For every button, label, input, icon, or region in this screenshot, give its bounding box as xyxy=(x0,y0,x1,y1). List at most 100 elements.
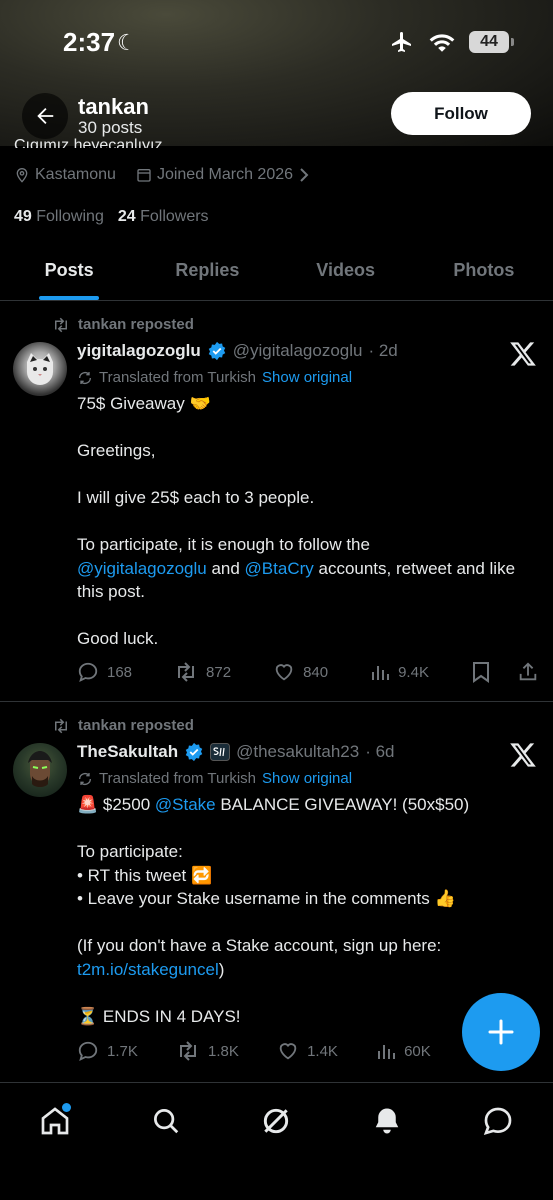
post-card[interactable]: tankan reposted yigitalagozoglu @yigital… xyxy=(0,302,553,702)
nav-messages[interactable] xyxy=(473,1101,523,1141)
post-author-row: TheSakultah @thesakultah23 · 6d xyxy=(77,742,395,762)
show-original-link[interactable]: Show original xyxy=(262,770,352,787)
chevron-right-icon xyxy=(300,168,309,182)
repost-icon xyxy=(178,662,195,682)
post-author-row: yigitalagozoglu @yigitalagozoglu · 2d xyxy=(77,341,398,361)
avatar[interactable] xyxy=(13,342,67,396)
mention-link[interactable]: @Stake xyxy=(155,795,216,814)
x-logo-icon[interactable] xyxy=(509,741,537,774)
grok-icon xyxy=(264,1108,289,1134)
profile-bio: Çıgımız heyecanlıyız xyxy=(14,138,163,148)
translation-note: Translated from Turkish Show original xyxy=(77,369,352,386)
translate-icon xyxy=(79,772,91,785)
translation-note: Translated from Turkish Show original xyxy=(77,770,352,787)
post-time: · 6d xyxy=(365,742,395,761)
views-button[interactable]: 9.4K xyxy=(370,662,429,682)
repost-button[interactable]: 872 xyxy=(174,662,231,682)
author-name[interactable]: TheSakultah xyxy=(77,742,178,762)
profile-tabs: Posts Replies Videos Photos xyxy=(0,244,553,301)
reply-button[interactable]: 168 xyxy=(77,661,132,683)
x-logo-icon[interactable] xyxy=(509,340,537,373)
post-text: To participate, it is enough to follow t… xyxy=(77,535,370,554)
post-line: Good luck. xyxy=(77,629,159,648)
views-chart-icon xyxy=(378,1045,396,1059)
post-line: 75$ Giveaway 🤝 xyxy=(77,394,211,413)
post-text: BALANCE GIVEAWAY! (50x$50) xyxy=(215,795,470,814)
location-pin-icon xyxy=(16,168,28,183)
show-original-link[interactable]: Show original xyxy=(262,369,352,386)
nav-home[interactable] xyxy=(30,1101,80,1141)
reply-button[interactable]: 1.7K xyxy=(77,1040,138,1062)
post-line: t2m.io/stakeguncel) xyxy=(77,958,537,982)
repost-indicator: tankan reposted xyxy=(52,316,194,333)
like-button[interactable]: 840 xyxy=(273,661,328,683)
post-text: ) xyxy=(218,959,225,979)
heart-icon xyxy=(279,1043,297,1060)
repost-button[interactable]: 1.8K xyxy=(176,1041,239,1061)
nav-notifications[interactable] xyxy=(362,1101,412,1141)
post-line: I will give 25$ each to 3 people. xyxy=(77,488,315,507)
nav-grok[interactable] xyxy=(251,1101,301,1141)
system-icons: 44 xyxy=(389,30,514,54)
following-count: 49 xyxy=(14,208,32,225)
post-line: To participate, it is enough to follow t… xyxy=(77,533,537,604)
tab-videos[interactable]: Videos xyxy=(277,244,415,300)
battery-indicator: 44 xyxy=(469,31,514,53)
search-icon xyxy=(153,1109,179,1134)
reply-count: 168 xyxy=(107,663,133,681)
status-bar: 2:37 ☾ 44 xyxy=(0,0,553,84)
profile-joined[interactable]: Joined March 2026 xyxy=(136,166,310,184)
bookmark-icon[interactable] xyxy=(471,661,491,683)
author-name[interactable]: yigitalagozoglu xyxy=(77,341,201,361)
like-button[interactable]: 1.4K xyxy=(277,1040,338,1062)
post-body: 🚨 $2500 @Stake BALANCE GIVEAWAY! (50x$50… xyxy=(77,793,537,1028)
avatar[interactable] xyxy=(13,743,67,797)
following-link[interactable]: 49 Following xyxy=(14,208,104,226)
repost-icon xyxy=(55,718,67,733)
calendar-icon xyxy=(137,169,151,182)
translated-label: Translated from Turkish xyxy=(99,369,256,386)
followers-link[interactable]: 24 Followers xyxy=(118,208,209,226)
repost-count: 1.8K xyxy=(208,1042,239,1060)
post-line: 🚨 $2500 @Stake BALANCE GIVEAWAY! (50x$50… xyxy=(77,793,537,817)
tab-photos[interactable]: Photos xyxy=(415,244,553,300)
plus-icon xyxy=(488,1019,514,1045)
tab-replies[interactable]: Replies xyxy=(138,244,276,300)
location-text: Kastamonu xyxy=(35,166,116,183)
follow-button[interactable]: Follow xyxy=(391,92,531,135)
compose-button[interactable] xyxy=(462,993,540,1071)
repost-indicator: tankan reposted xyxy=(52,717,194,734)
views-button[interactable]: 60K xyxy=(376,1041,431,1061)
focus-moon-icon: ☾ xyxy=(117,30,137,55)
post-line: To participate: xyxy=(77,842,183,861)
post-text: and xyxy=(206,558,245,578)
author-handle: @yigitalagozoglu xyxy=(232,341,363,360)
tab-posts[interactable]: Posts xyxy=(0,244,138,300)
warrior-avatar-image xyxy=(28,751,52,787)
message-bubble-icon xyxy=(483,1107,512,1136)
external-link[interactable]: t2m.io/stakeguncel xyxy=(77,960,219,979)
bottom-nav xyxy=(0,1082,553,1200)
repost-label: tankan reposted xyxy=(78,316,194,333)
airplane-icon xyxy=(392,32,411,52)
follow-stats: 49 Following 24 Followers xyxy=(14,208,209,226)
profile-meta: Kastamonu Joined March 2026 xyxy=(14,166,310,184)
mention-link[interactable]: @yigitalagozoglu xyxy=(77,559,207,578)
profile-location: Kastamonu xyxy=(14,166,116,184)
nav-search[interactable] xyxy=(141,1101,191,1141)
mention-link[interactable]: @BtaCry xyxy=(245,559,314,578)
translated-label: Translated from Turkish xyxy=(99,770,256,787)
post-line: (If you don't have a Stake account, sign… xyxy=(77,936,442,955)
back-button[interactable] xyxy=(22,93,68,139)
cat-avatar-image xyxy=(27,353,53,385)
following-label: Following xyxy=(36,208,104,225)
profile-name-header: tankan xyxy=(78,94,149,119)
view-count: 9.4K xyxy=(398,663,429,681)
author-handle: @thesakultah23 xyxy=(236,742,360,761)
share-icon[interactable] xyxy=(517,661,539,683)
reply-icon xyxy=(78,662,98,682)
verified-badge-icon xyxy=(208,341,225,361)
like-count: 1.4K xyxy=(307,1042,338,1060)
followers-count: 24 xyxy=(117,208,136,225)
status-time: 2:37 xyxy=(63,27,116,57)
